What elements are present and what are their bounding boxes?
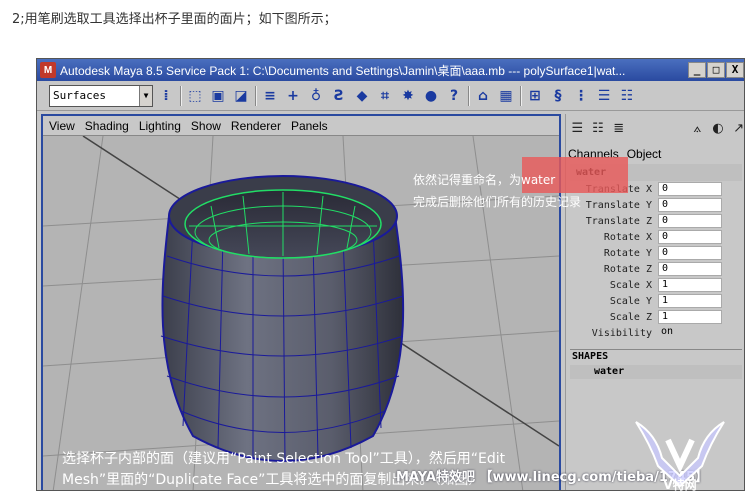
menu-object[interactable]: Object xyxy=(627,147,662,161)
logo-v-icon xyxy=(665,438,695,474)
expand-arrows-icon[interactable]: ⁞ xyxy=(156,85,176,107)
attribute-value-field[interactable]: 0 xyxy=(658,230,722,244)
panel-menu-bar: View Shading Lighting Show Renderer Pane… xyxy=(43,116,559,136)
menu-renderer[interactable]: Renderer xyxy=(231,119,281,133)
select-object-icon[interactable]: ▣ xyxy=(208,85,228,107)
cup-mesh[interactable] xyxy=(160,175,405,462)
attribute-label: Rotate Z xyxy=(603,263,652,275)
grid-icon[interactable]: ⊞ xyxy=(525,85,545,107)
attribute-label: Rotate Y xyxy=(603,247,652,259)
cube-icon[interactable]: ◆ xyxy=(352,85,372,107)
window-title: Autodesk Maya 8.5 Service Pack 1: C:\Doc… xyxy=(60,63,626,78)
maximize-button[interactable]: □ xyxy=(707,62,725,78)
attribute-row[interactable]: Scale Y 1 xyxy=(566,293,744,309)
attribute-list: Translate X0 Translate Y0 Translate Z0 R… xyxy=(566,181,744,341)
toolbar-divider xyxy=(180,85,182,106)
render-icon[interactable]: ▦ xyxy=(496,85,516,107)
title-bar: M Autodesk Maya 8.5 Service Pack 1: C:\D… xyxy=(37,59,744,81)
attribute-row[interactable]: Visibility on xyxy=(566,325,744,341)
attribute-value-field[interactable]: 0 xyxy=(658,198,722,212)
page-caption: 2;用笔刷选取工具选择出杯子里面的面片；如下图所示； xyxy=(12,12,337,27)
watermark-logo: V特网 xyxy=(635,421,725,491)
menu-panels[interactable]: Panels xyxy=(291,119,328,133)
light-icon[interactable]: ✸ xyxy=(398,85,418,107)
axis-icon[interactable]: ⟑ xyxy=(690,120,705,138)
chevron-down-icon[interactable]: ▼ xyxy=(139,85,152,106)
lock-icon[interactable]: ⌂ xyxy=(473,85,493,107)
menu-view[interactable]: View xyxy=(49,119,75,133)
tool-settings-icon[interactable]: ☷ xyxy=(617,85,637,107)
attribute-row[interactable]: Rotate Y 0 xyxy=(566,245,744,261)
menu-icon[interactable]: ≡ xyxy=(260,85,280,107)
attribute-row[interactable]: Rotate Z 0 xyxy=(566,261,744,277)
logo-wings-icon xyxy=(635,421,725,488)
attribute-value-field[interactable]: 1 xyxy=(658,278,722,292)
attribute-label: Rotate X xyxy=(603,231,652,243)
select-component-icon[interactable]: ◪ xyxy=(231,85,251,107)
menu-shading[interactable]: Shading xyxy=(85,119,129,133)
menu-set-dropdown[interactable]: Surfaces ▼ xyxy=(49,84,153,107)
maya-app-icon: M xyxy=(40,62,56,78)
arrow-tool-icon[interactable]: ↗ xyxy=(731,120,744,138)
logo-text: V特网 xyxy=(663,477,696,491)
attribute-value-field[interactable]: on xyxy=(658,326,722,340)
snap-icon[interactable]: ♁ xyxy=(306,85,326,107)
attribute-value-field[interactable]: 0 xyxy=(658,246,722,260)
attribute-label: Scale X xyxy=(609,279,652,291)
plus-icon[interactable]: + xyxy=(283,85,303,107)
attribute-value-field[interactable]: 0 xyxy=(658,182,722,196)
channel-list-icon[interactable]: ☰ xyxy=(570,120,585,138)
attribute-row[interactable]: Scale X 1 xyxy=(566,277,744,293)
annotation-bottom-line-1: 选择杯子内部的面（建议用“Paint Selection Tool”工具），然后… xyxy=(62,451,506,467)
history-icon[interactable]: § xyxy=(548,85,568,107)
attribute-value-field[interactable]: 1 xyxy=(658,310,722,324)
outliner-icon[interactable]: ⋮ xyxy=(571,85,591,107)
help-icon[interactable]: ? xyxy=(444,85,464,107)
annotation-rename: 依然记得重命名，为water xyxy=(413,173,556,187)
layer-list-icon[interactable]: ☷ xyxy=(591,120,606,138)
attribute-row[interactable]: Translate Z 0 xyxy=(566,213,744,229)
attribute-row[interactable]: Translate Y0 xyxy=(566,197,744,213)
shading-ball-icon[interactable]: ◐ xyxy=(711,120,726,138)
attribute-list-icon[interactable]: ≣ xyxy=(611,120,626,138)
menu-show[interactable]: Show xyxy=(191,119,221,133)
mesh-icon[interactable]: ⌗ xyxy=(375,85,395,107)
sphere-icon[interactable]: ● xyxy=(421,85,441,107)
toolbar-divider xyxy=(468,85,470,106)
attribute-value-field[interactable]: 0 xyxy=(658,262,722,276)
minimize-button[interactable]: _ xyxy=(688,62,706,78)
attribute-value-field[interactable]: 0 xyxy=(658,214,722,228)
attribute-label: Translate Z xyxy=(585,215,652,227)
toolbar-divider xyxy=(255,85,257,106)
curve-icon[interactable]: Ƨ xyxy=(329,85,349,107)
select-hierarchy-icon[interactable]: ⬚ xyxy=(185,85,205,107)
attribute-icon[interactable]: ☰ xyxy=(594,85,614,107)
attribute-row[interactable]: Scale Z 1 xyxy=(566,309,744,325)
viewport-3d-scene[interactable] xyxy=(43,136,559,491)
menu-lighting[interactable]: Lighting xyxy=(139,119,181,133)
attribute-label: Scale Y xyxy=(609,295,652,307)
annotation-history: 完成后删除他们所有的历史记录 xyxy=(413,195,582,209)
close-button[interactable]: X xyxy=(726,62,744,78)
menu-set-value: Surfaces xyxy=(53,88,106,102)
attribute-label: Scale Z xyxy=(609,311,652,323)
attribute-value-field[interactable]: 1 xyxy=(658,294,722,308)
channel-box-icon-row: ☰ ☷ ≣ ⟑ ◐ ↗ xyxy=(566,114,745,144)
shape-node[interactable]: water xyxy=(570,365,742,379)
status-line-toolbar: Surfaces ▼ ⁞ ⬚ ▣ ◪ ≡ + ♁ Ƨ ◆ ⌗ ✸ ● ? ⌂ ▦… xyxy=(37,81,744,111)
shapes-header: SHAPES xyxy=(570,349,742,363)
attribute-label: Visibility xyxy=(591,327,652,339)
attribute-row[interactable]: Rotate X 0 xyxy=(566,229,744,245)
toolbar-divider xyxy=(520,85,522,106)
